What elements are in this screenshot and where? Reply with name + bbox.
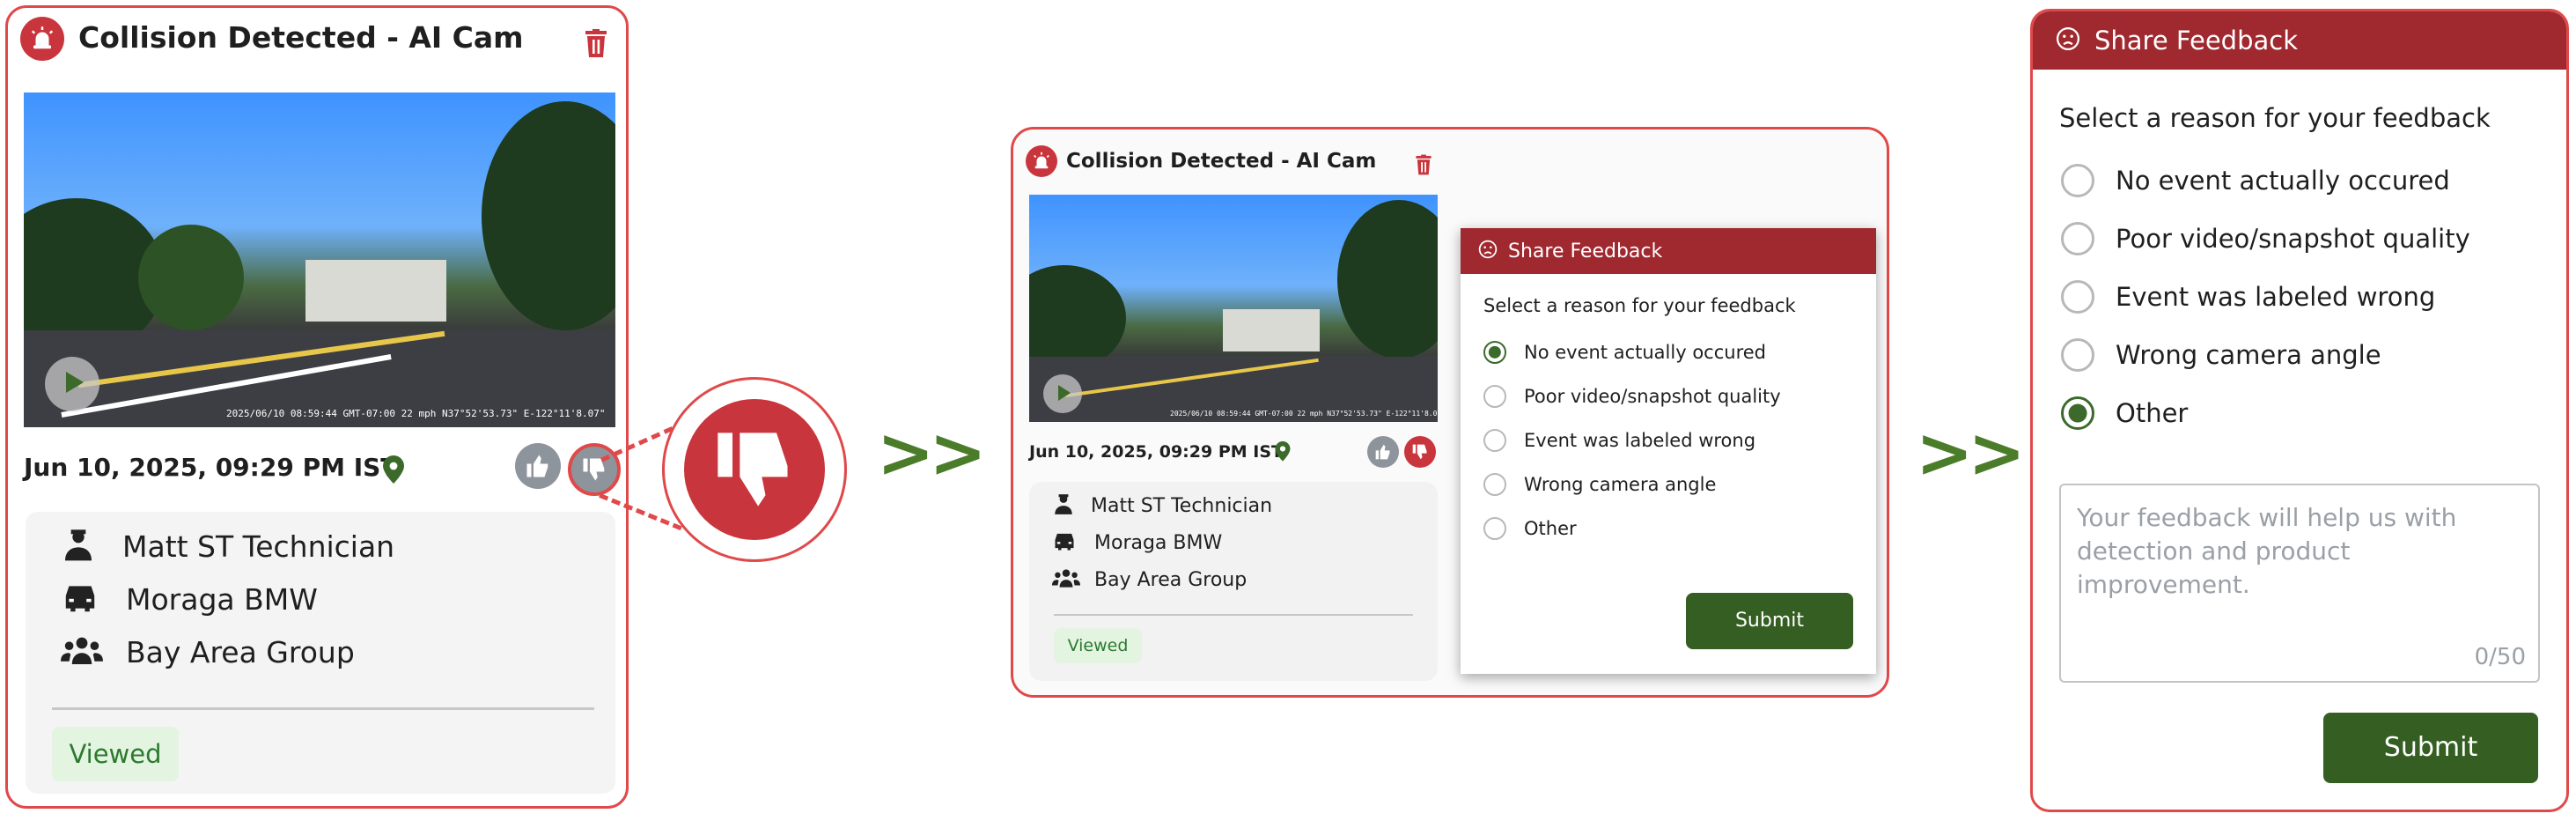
feedback-option[interactable]: Wrong camera angle: [1483, 471, 1716, 498]
event-card-default: Collision Detected - AI Cam 2025/06/10 0…: [5, 5, 629, 809]
technician-icon: [61, 527, 96, 566]
feedback-option[interactable]: Event was labeled wrong: [1483, 427, 1755, 454]
zoom-callout: [662, 377, 847, 562]
feedback-header: Share Feedback: [1461, 228, 1876, 274]
driver-name: Matt ST Technician: [122, 529, 395, 564]
submit-button[interactable]: Submit: [2323, 713, 2538, 783]
option-label: No event actually occured: [1524, 342, 1766, 363]
flow-arrow: >>: [877, 414, 987, 493]
trash-icon[interactable]: [1415, 154, 1432, 175]
thumbs-down-icon: [684, 399, 825, 540]
radio-unselected[interactable]: [2061, 164, 2094, 197]
group-icon: [61, 636, 103, 668]
option-label: Event was labeled wrong: [1524, 430, 1756, 451]
radio-unselected[interactable]: [2061, 222, 2094, 255]
option-label: Poor video/snapshot quality: [1524, 386, 1781, 407]
group-row: Bay Area Group: [61, 630, 355, 674]
play-icon[interactable]: [45, 357, 99, 411]
thumbs-down-icon[interactable]: [1404, 436, 1436, 468]
option-label: No event actually occured: [2116, 166, 2450, 196]
event-video[interactable]: 2025/06/10 08:59:44 GMT-07:00 22 mph N37…: [24, 92, 615, 427]
video-timestamp: 2025/06/10 08:59:44 GMT-07:00 22 mph N37…: [226, 408, 606, 419]
siren-icon: [20, 17, 64, 61]
option-label: Event was labeled wrong: [2116, 282, 2436, 312]
feedback-title: Share Feedback: [2094, 26, 2299, 55]
play-icon[interactable]: [1043, 374, 1082, 413]
event-card-with-feedback: Collision Detected - AI Cam 2025/06/10 0…: [1011, 127, 1889, 698]
feedback-option[interactable]: Other: [1483, 515, 1577, 542]
thumbs-up-icon[interactable]: [515, 443, 561, 489]
option-label: Poor video/snapshot quality: [2116, 224, 2470, 254]
car-icon: [1052, 530, 1077, 555]
video-timestamp: 2025/06/10 08:59:44 GMT-07:00 22 mph N37…: [1170, 410, 1438, 418]
feedback-form-expanded: Share Feedback Select a reason for your …: [2030, 9, 2569, 812]
map-pin-icon[interactable]: [381, 455, 406, 485]
vehicle-row: Moraga BMW: [1052, 529, 1222, 556]
vehicle-name: Moraga BMW: [126, 581, 318, 617]
feedback-option[interactable]: Poor video/snapshot quality: [2061, 221, 2470, 256]
radio-unselected[interactable]: [1483, 473, 1506, 496]
group-row: Bay Area Group: [1052, 566, 1247, 593]
feedback-option[interactable]: No event actually occured: [1483, 339, 1766, 366]
option-label: Other: [2116, 398, 2189, 428]
option-label: Wrong camera angle: [1524, 474, 1717, 495]
feedback-header: Share Feedback: [2033, 11, 2566, 70]
event-details-card: Matt ST Technician Moraga BMW Bay Area G…: [1029, 482, 1438, 681]
divider: [1054, 614, 1413, 616]
flow-arrow: >>: [1916, 414, 2026, 493]
technician-icon: [1052, 492, 1075, 519]
group-name: Bay Area Group: [1094, 568, 1248, 591]
driver-row: Matt ST Technician: [1052, 492, 1272, 519]
event-video[interactable]: 2025/06/10 08:59:44 GMT-07:00 22 mph N37…: [1029, 195, 1438, 422]
feedback-prompt: Select a reason for your feedback: [2059, 103, 2491, 133]
map-pin-icon[interactable]: [1274, 441, 1292, 462]
feedback-title: Share Feedback: [1508, 240, 1663, 263]
trash-icon[interactable]: [584, 29, 608, 57]
event-date: Jun 10, 2025, 09:29 PM IST: [1029, 442, 1283, 462]
event-date: Jun 10, 2025, 09:29 PM IST: [24, 453, 398, 482]
event-details-card: Matt ST Technician Moraga BMW Bay Area G…: [26, 512, 615, 794]
char-counter: 0/50: [2474, 644, 2526, 670]
submit-button[interactable]: Submit: [1686, 593, 1853, 649]
feedback-option[interactable]: Other: [2061, 396, 2188, 431]
option-label: Other: [1524, 518, 1577, 539]
feedback-option[interactable]: Wrong camera angle: [2061, 337, 2381, 373]
feedback-option[interactable]: Event was labeled wrong: [2061, 279, 2435, 314]
sad-face-icon: [2056, 26, 2080, 55]
feedback-prompt: Select a reason for your feedback: [1483, 295, 1796, 316]
status-badge: Viewed: [52, 727, 179, 781]
group-icon: [1052, 568, 1080, 591]
driver-name: Matt ST Technician: [1091, 494, 1273, 517]
group-name: Bay Area Group: [126, 634, 355, 669]
vehicle-row: Moraga BMW: [61, 577, 318, 621]
card-title: Collision Detected - AI Cam: [1066, 150, 1377, 173]
sad-face-icon: [1478, 240, 1498, 263]
radio-selected[interactable]: [2061, 396, 2094, 430]
thumbs-down-icon[interactable]: [568, 443, 621, 496]
car-icon: [61, 581, 99, 617]
radio-unselected[interactable]: [1483, 429, 1506, 452]
feedback-option[interactable]: Poor video/snapshot quality: [1483, 383, 1781, 410]
thumbs-up-icon[interactable]: [1367, 436, 1399, 468]
feedback-popup: Share Feedback Select a reason for your …: [1461, 228, 1876, 674]
feedback-textarea[interactable]: Your feedback will help us with detectio…: [2059, 484, 2540, 683]
vehicle-name: Moraga BMW: [1094, 531, 1223, 554]
radio-unselected[interactable]: [2061, 280, 2094, 314]
textarea-placeholder: Your feedback will help us with detectio…: [2077, 503, 2457, 599]
status-badge: Viewed: [1054, 628, 1142, 663]
divider: [52, 707, 594, 710]
siren-icon: [1026, 145, 1057, 177]
radio-unselected[interactable]: [1483, 385, 1506, 408]
radio-unselected[interactable]: [2061, 338, 2094, 372]
feedback-option[interactable]: No event actually occured: [2061, 163, 2450, 198]
radio-selected[interactable]: [1483, 341, 1506, 364]
driver-row: Matt ST Technician: [61, 524, 394, 568]
card-title: Collision Detected - AI Cam: [78, 20, 524, 55]
option-label: Wrong camera angle: [2116, 340, 2381, 370]
radio-unselected[interactable]: [1483, 517, 1506, 540]
